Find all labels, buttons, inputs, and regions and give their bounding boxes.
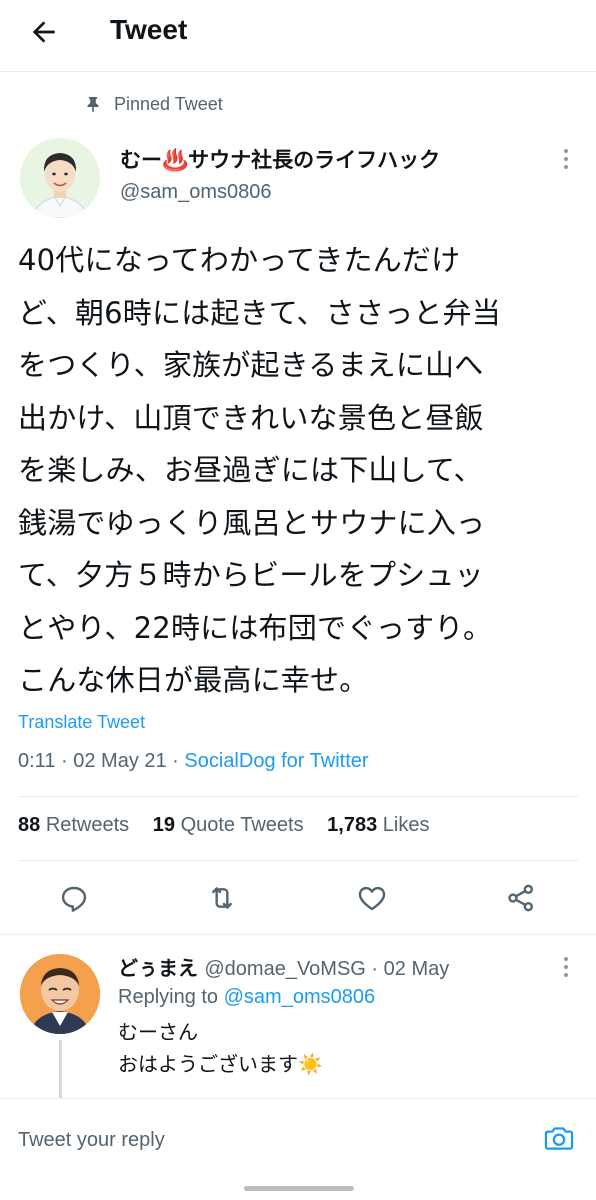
likes-count: 1,783 — [327, 814, 378, 836]
replying-to-handle-link[interactable]: @sam_oms0806 — [224, 986, 375, 1008]
reply-date: 02 May — [383, 958, 450, 980]
likes-label: Likes — [382, 814, 430, 836]
quotes-stat[interactable]: 19 Quote Tweets — [153, 814, 322, 836]
author-avatar-illustration — [20, 138, 100, 218]
reply-author-name[interactable]: どぅまえ — [118, 956, 198, 980]
tweet-text: 40代になってわかってきたんだけ ど、朝6時には起きて、ささっと弁当 をつくり、… — [18, 243, 501, 697]
page-title: Tweet — [110, 14, 188, 45]
divider — [18, 860, 578, 861]
likes-stat[interactable]: 1,783 Likes — [327, 814, 447, 836]
home-indicator — [244, 1186, 354, 1191]
reply-input[interactable] — [18, 1123, 518, 1157]
reply-header: どぅまえ @domae_VoMSG · 02 May — [118, 952, 449, 981]
back-arrow-icon[interactable] — [28, 16, 60, 48]
retweets-label: Retweets — [45, 814, 130, 836]
tweet-time: 0:11 — [18, 750, 56, 772]
author-name[interactable]: むー♨️サウナ社長のライフハック — [120, 144, 440, 174]
tweet-action-bar — [0, 872, 596, 924]
more-options-icon[interactable] — [556, 146, 576, 172]
tweet-source-link[interactable]: SocialDog for Twitter — [184, 750, 368, 772]
app-header: Tweet — [0, 0, 596, 72]
translate-tweet-link[interactable]: Translate Tweet — [18, 712, 145, 733]
reply-avatar-illustration — [20, 954, 100, 1034]
reply-text: むーさん おはようございます☀️ — [118, 1020, 323, 1076]
pinned-label: Pinned Tweet — [114, 93, 223, 114]
meta-separator: · — [55, 750, 74, 772]
like-icon[interactable] — [356, 882, 388, 914]
more-options-icon[interactable] — [556, 954, 576, 980]
tweet-meta: 0:11 · 02 May 21 · SocialDog for Twitter — [18, 750, 369, 773]
author-handle[interactable]: @sam_oms0806 — [120, 181, 271, 204]
reply-composer — [0, 1098, 596, 1180]
quotes-label: Quote Tweets — [180, 814, 304, 836]
share-icon[interactable] — [505, 882, 537, 914]
reply-icon[interactable] — [58, 882, 90, 914]
reply-author-avatar[interactable] — [20, 954, 100, 1034]
meta-separator: · — [166, 750, 185, 772]
retweets-count: 88 — [18, 814, 41, 836]
engagement-stats: 88 Retweets 19 Quote Tweets 1,783 Likes — [18, 814, 448, 837]
retweet-icon[interactable] — [206, 882, 238, 914]
replying-prefix: Replying to — [118, 986, 219, 1008]
author-avatar[interactable] — [20, 138, 100, 218]
pinned-indicator: Pinned Tweet — [86, 92, 223, 116]
pin-icon — [87, 97, 99, 112]
thread-line — [59, 1040, 62, 1098]
section-divider — [0, 934, 596, 935]
camera-icon[interactable] — [542, 1121, 576, 1155]
tweet-date: 02 May 21 — [73, 750, 167, 772]
reply-separator: · — [365, 958, 384, 980]
replying-to: Replying to @sam_oms0806 — [118, 986, 375, 1009]
divider — [18, 796, 578, 797]
retweets-stat[interactable]: 88 Retweets — [18, 814, 147, 836]
reply-author-handle[interactable]: @domae_VoMSG — [204, 958, 366, 980]
quotes-count: 19 — [152, 814, 175, 836]
